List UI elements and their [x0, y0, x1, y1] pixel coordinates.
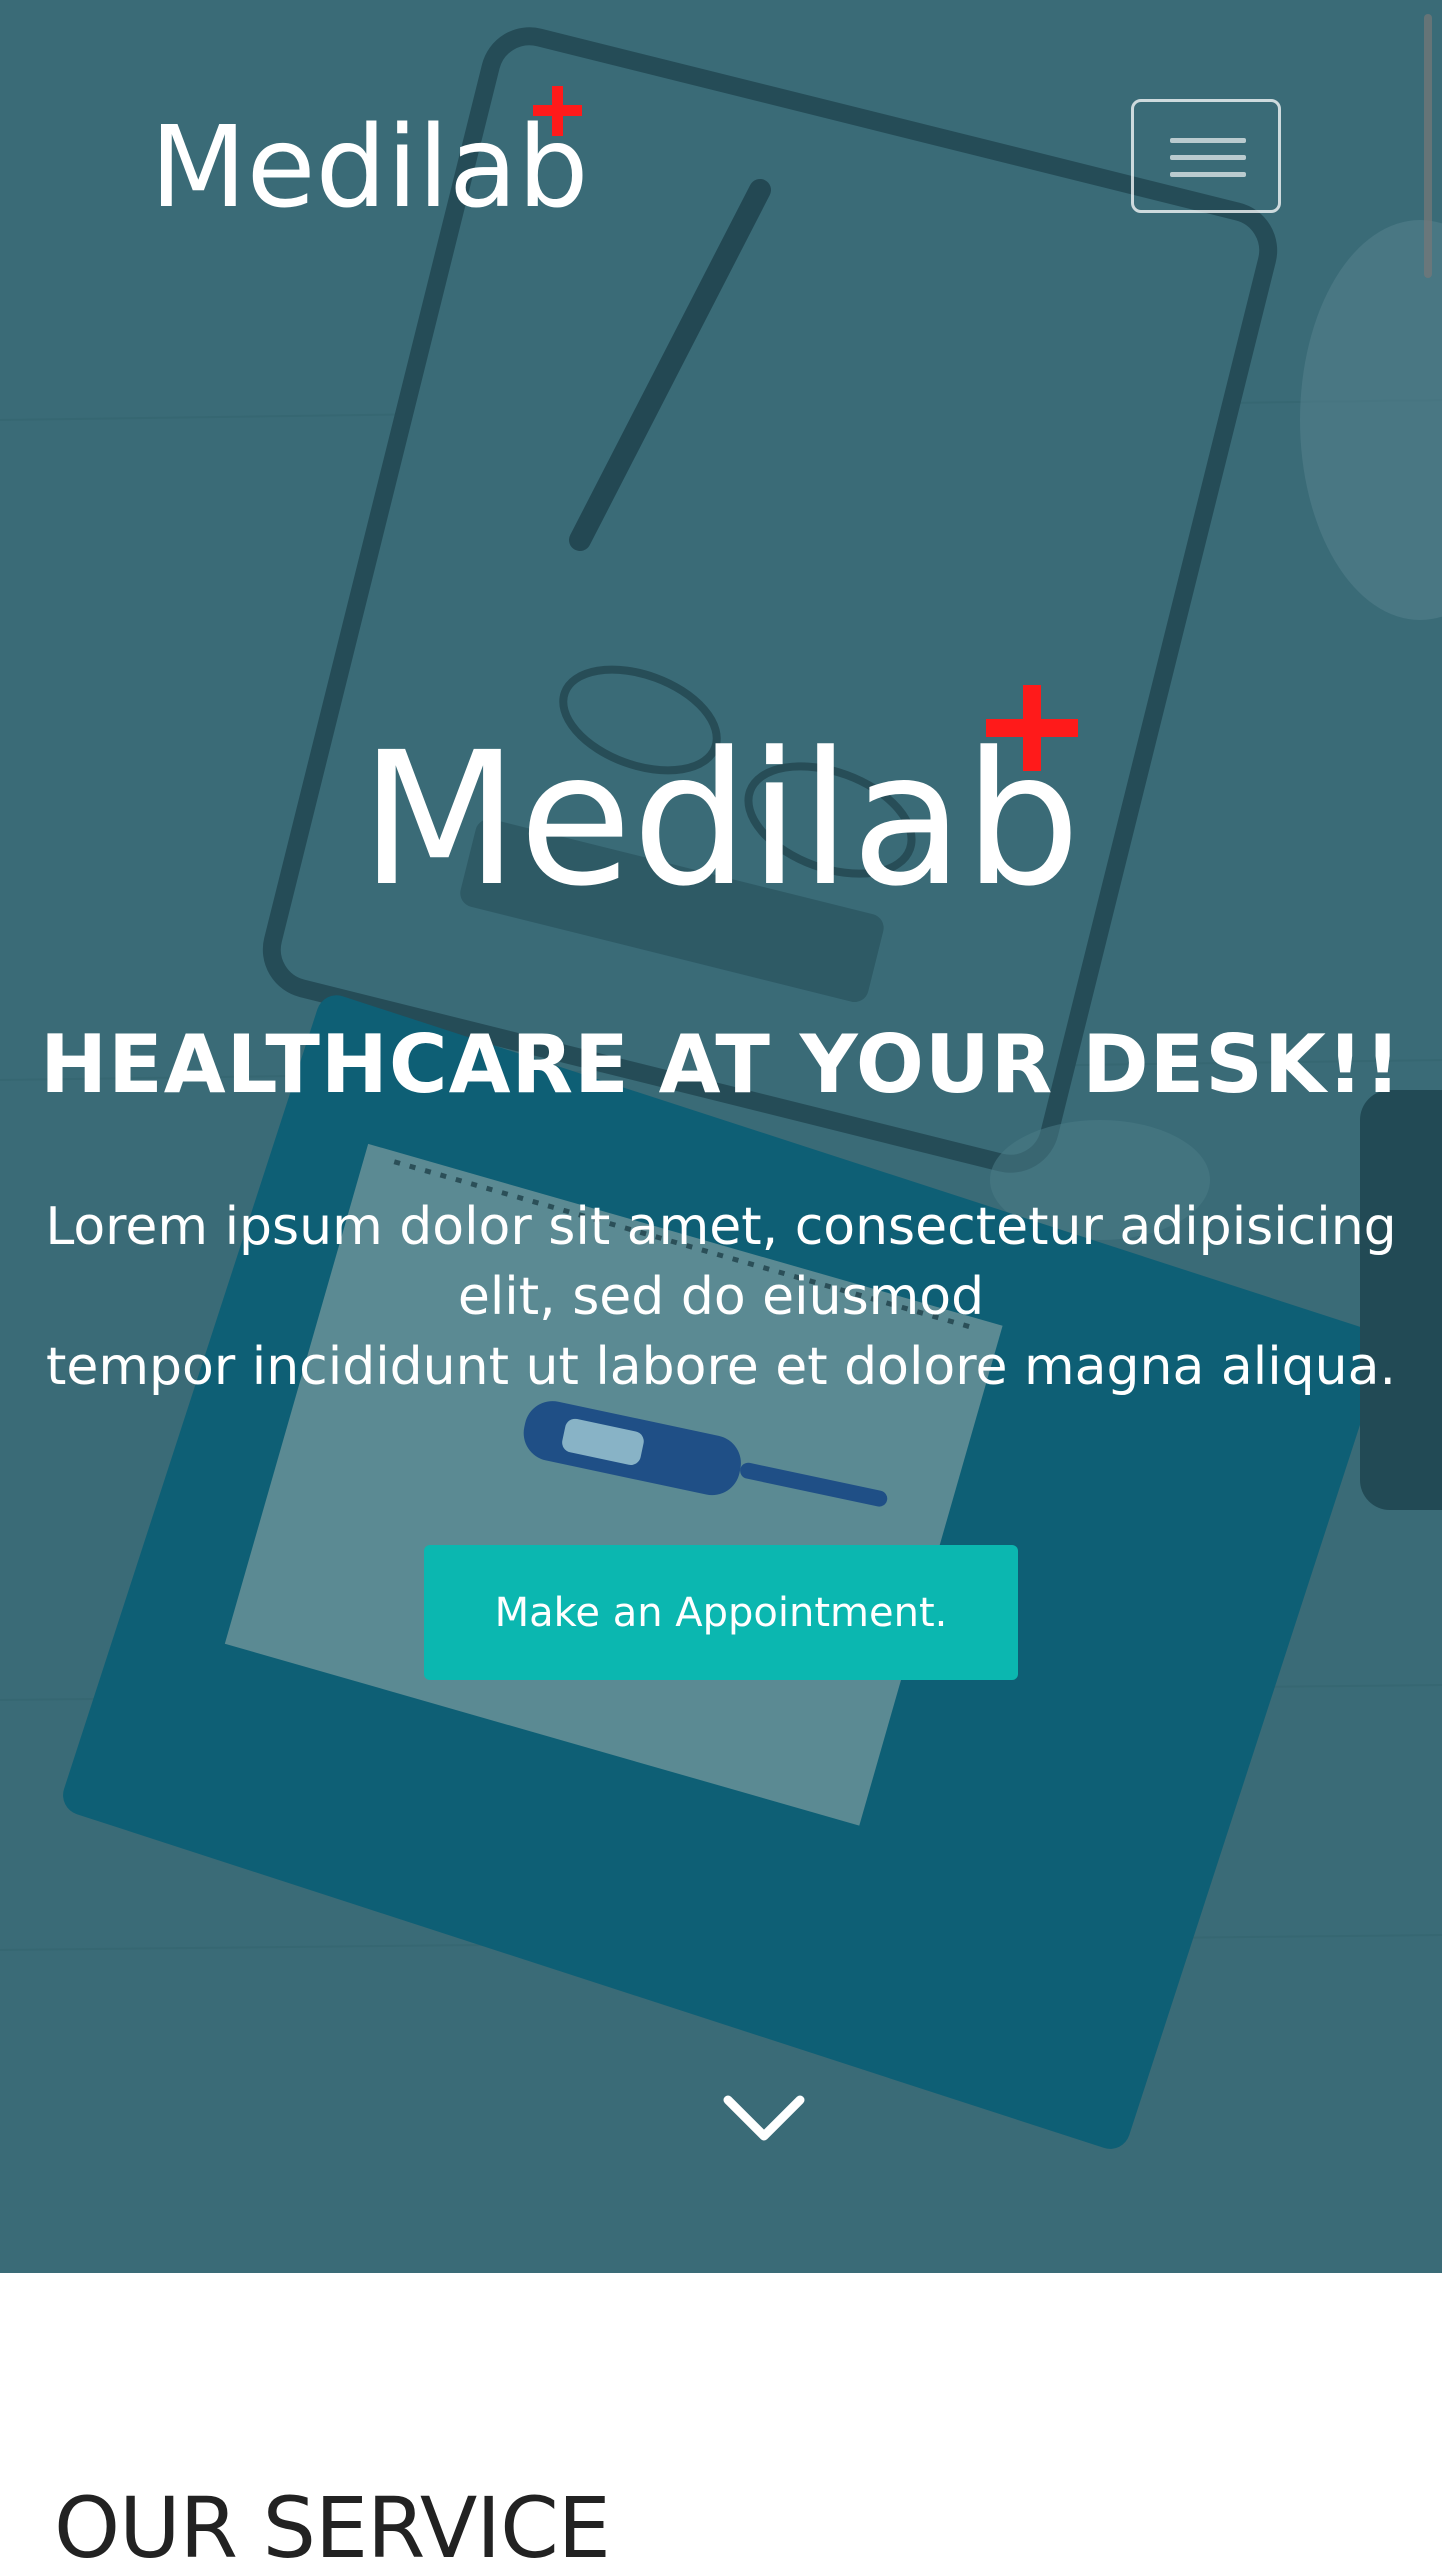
hero-description-line-2: tempor incididunt ut labore et dolore ma… — [45, 1337, 1397, 1397]
svg-text:Medilab: Medilab — [360, 713, 1080, 905]
hero-background-image — [0, 0, 1442, 2273]
page: Medilab Medilab HEALTHCARE AT YOUR DESK!… — [0, 0, 1442, 2562]
menu-toggle-button[interactable] — [1131, 99, 1281, 213]
svg-text:Medilab: Medilab — [150, 103, 589, 218]
hero-medilab-logo: Medilab — [360, 685, 1080, 905]
page-scrollbar[interactable] — [1424, 14, 1432, 278]
chevron-down-icon[interactable] — [722, 2090, 806, 2150]
top-navbar: Medilab — [0, 0, 1442, 260]
hero-description-line-1: Lorem ipsum dolor sit amet, consectetur … — [45, 1197, 1397, 1327]
hero-description: Lorem ipsum dolor sit amet, consectetur … — [30, 1192, 1412, 1402]
hero-section: Medilab Medilab HEALTHCARE AT YOUR DESK!… — [0, 0, 1442, 2273]
make-appointment-button[interactable]: Make an Appointment. — [424, 1545, 1018, 1680]
section-heading: OUR SERVICE — [54, 2479, 611, 2562]
hero-title: HEALTHCARE AT YOUR DESK!! — [40, 1018, 1402, 1111]
service-section: OUR SERVICE — [0, 2273, 1442, 2562]
medilab-logo[interactable]: Medilab — [150, 78, 590, 218]
